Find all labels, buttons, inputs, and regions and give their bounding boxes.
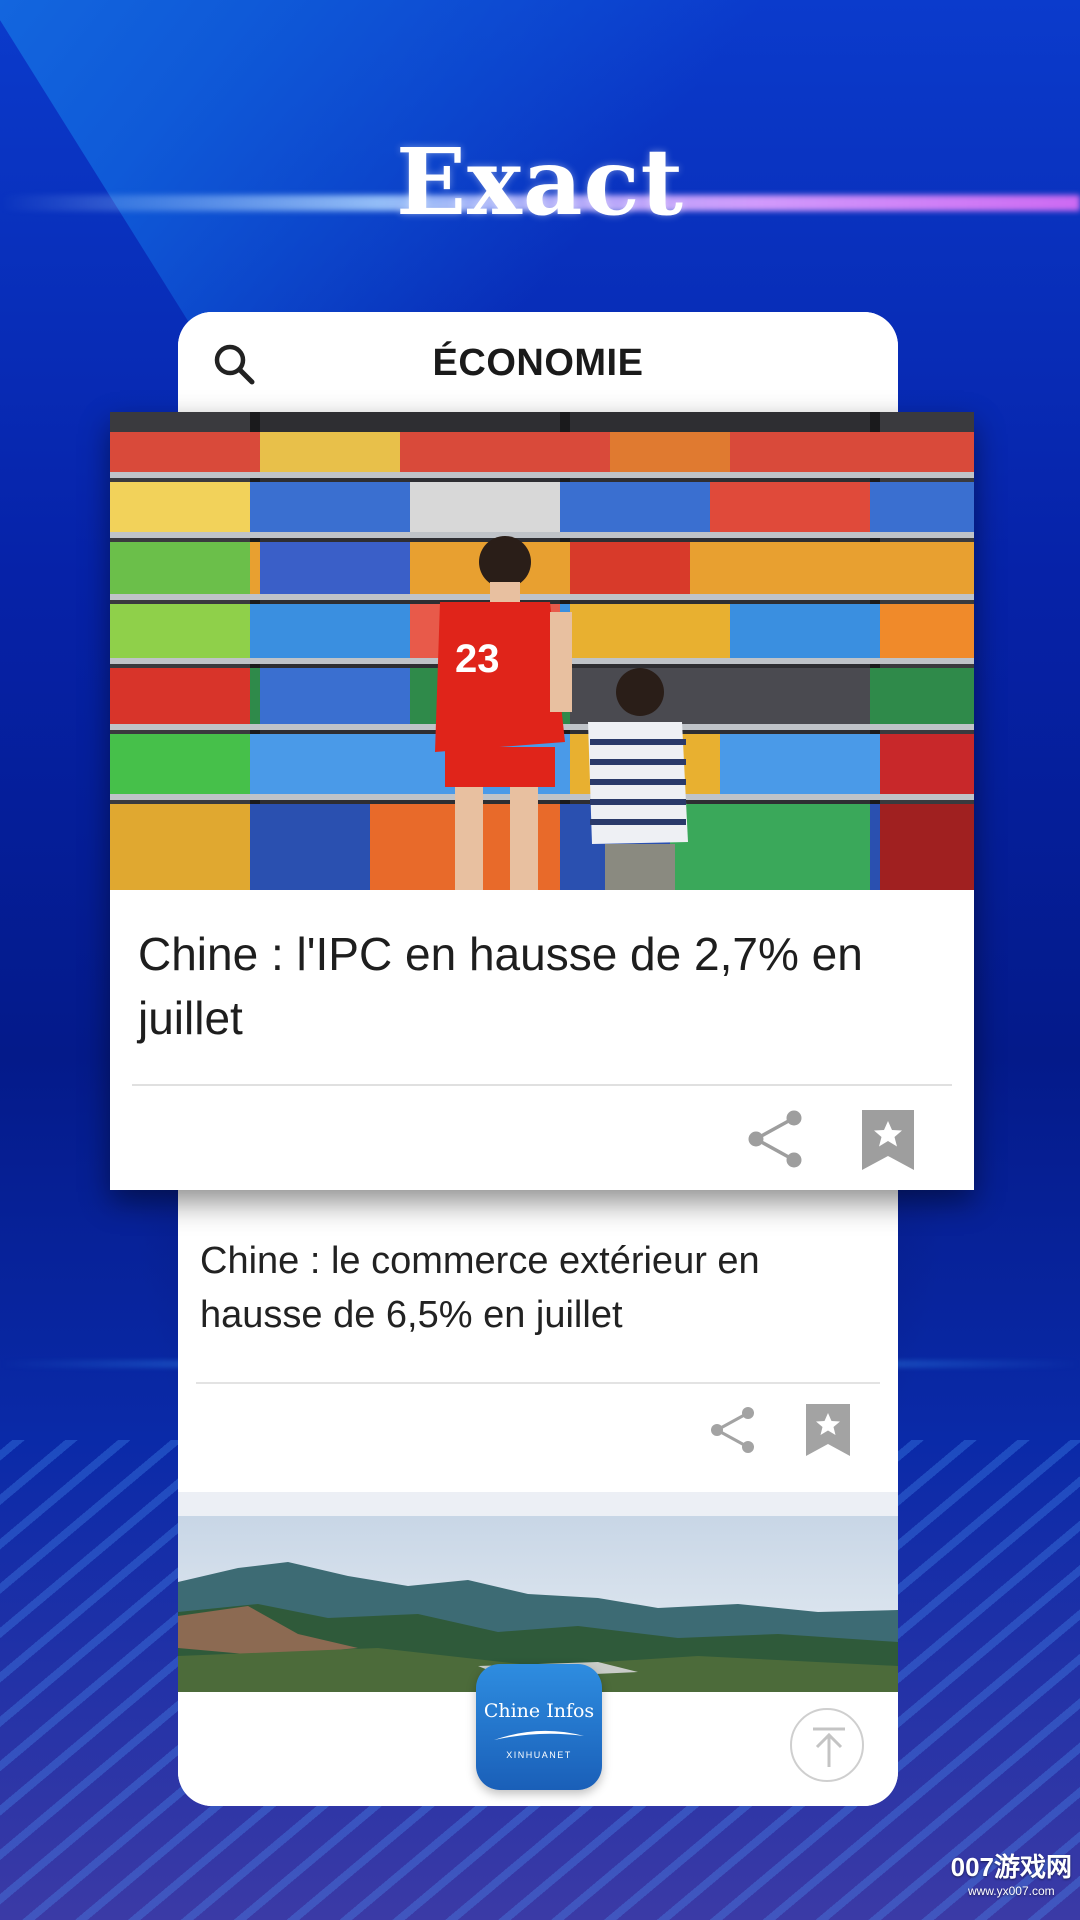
watermark: 007游戏网 www.yx007.com — [951, 1847, 1072, 1898]
article-card[interactable]: Chine : le commerce extérieur en hausse … — [178, 1192, 898, 1492]
divider — [132, 1084, 952, 1086]
app-logo[interactable]: Chine Infos XINHUANET — [476, 1664, 602, 1790]
scroll-to-top-button[interactable] — [790, 1708, 864, 1782]
section-title: ÉCONOMIE — [432, 342, 644, 384]
share-icon[interactable] — [708, 1404, 756, 1456]
card-separator — [178, 1492, 898, 1516]
promo-headline: Exact — [395, 128, 685, 236]
featured-article-card[interactable]: 23 Chine : l'IPC en hausse de 2,7% en ju… — [110, 412, 974, 1190]
article-title[interactable]: Chine : le commerce extérieur en hausse … — [200, 1234, 860, 1342]
watermark-main: 007游戏网 — [950, 1852, 1072, 1882]
app-logo-name: Chine Infos — [483, 1700, 595, 1722]
share-icon[interactable] — [746, 1108, 804, 1170]
article-title[interactable]: Chine : l'IPC en hausse de 2,7% en juill… — [138, 922, 938, 1050]
article-image[interactable]: 23 — [110, 412, 974, 890]
svg-text:23: 23 — [455, 637, 500, 681]
watermark-url: www.yx007.com — [967, 1884, 1055, 1898]
app-logo-subtitle: XINHUANET — [506, 1750, 572, 1760]
logo-swoosh-icon — [494, 1730, 584, 1740]
bookmark-icon[interactable] — [862, 1110, 914, 1170]
bookmark-icon[interactable] — [806, 1404, 850, 1456]
app-header: ÉCONOMIE — [178, 312, 898, 412]
divider — [196, 1382, 880, 1384]
arrow-up-to-top-icon — [813, 1727, 845, 1767]
